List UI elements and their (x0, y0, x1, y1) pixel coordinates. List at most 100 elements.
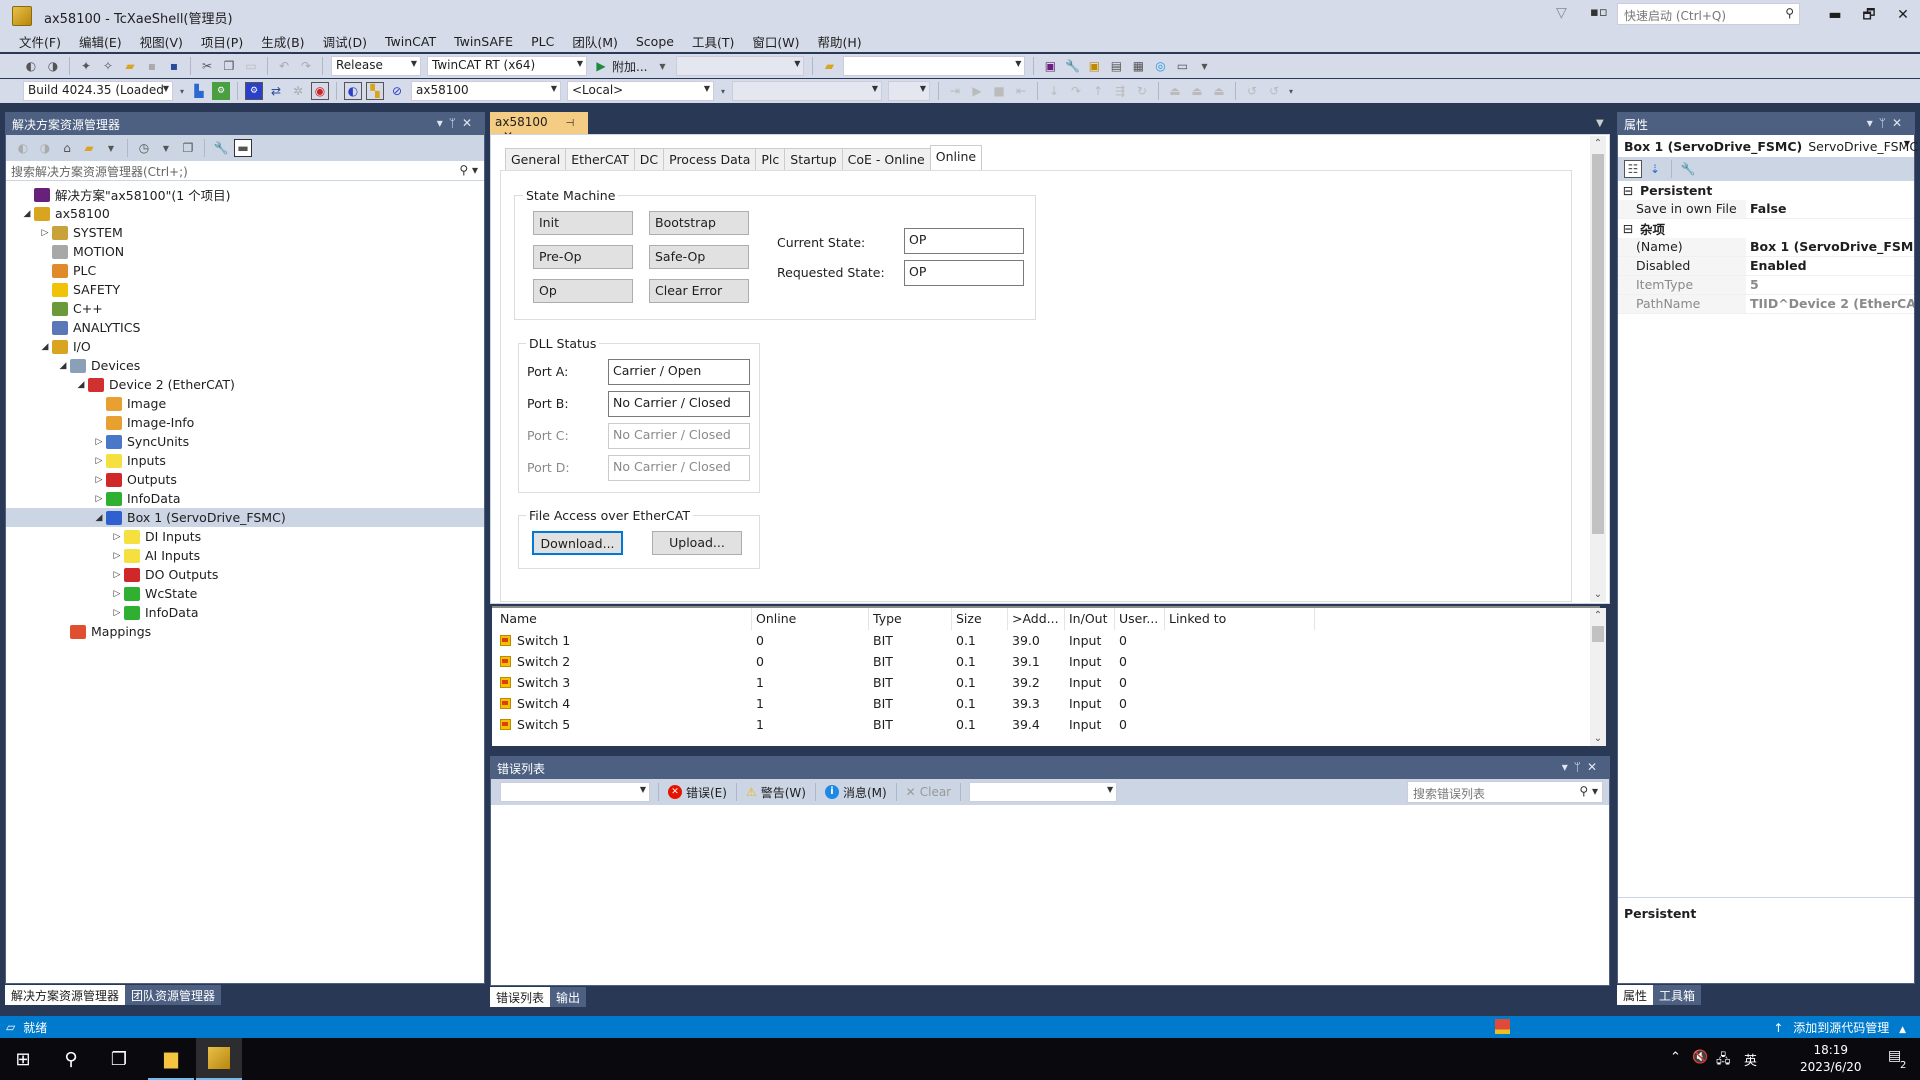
tab-process-data[interactable]: Process Data (663, 148, 757, 170)
property-value[interactable]: TIID^Device 2 (EtherCAT)^Box 1 (ServoDri… (1746, 295, 1914, 313)
debug-target-select[interactable]: ▼ (676, 56, 805, 76)
step-out-icon[interactable]: ↑ (1089, 82, 1107, 100)
chevron-down-icon[interactable]: ▼ (102, 139, 120, 157)
redo-icon[interactable]: ↷ (297, 57, 315, 75)
column-header[interactable]: Type (869, 608, 952, 630)
property-pages-icon[interactable]: 🔧 (1679, 160, 1697, 178)
pending-changes-icon[interactable]: ◷ (135, 139, 153, 157)
tab-dc[interactable]: DC (633, 148, 665, 170)
init-button[interactable]: Init (533, 211, 633, 235)
tree-item[interactable]: ▷ InfoData (6, 603, 484, 622)
column-header[interactable]: Online (752, 608, 869, 630)
expand-arrow-icon[interactable]: ▷ (92, 475, 106, 485)
save-icon[interactable]: ▪ (143, 57, 161, 75)
scroll-thumb[interactable] (1592, 626, 1604, 642)
document-tab-ax58100[interactable]: ax58100 ⊣ ✕ (490, 112, 588, 143)
alphabetical-icon[interactable]: ⇣ (1646, 160, 1664, 178)
ime-indicator[interactable]: 英 (1744, 1050, 1757, 1069)
table-vertical-scrollbar[interactable]: ⌃ ⌄ (1590, 608, 1606, 746)
editor-vertical-scrollbar[interactable]: ⌃ ⌄ (1590, 136, 1606, 602)
task-view-button[interactable]: ❐ (96, 1038, 142, 1080)
menu-4[interactable]: 生成(B) (252, 30, 313, 53)
column-header[interactable]: User... (1115, 608, 1165, 630)
switch-views-icon[interactable]: ▰ (80, 139, 98, 157)
properties-wrench-icon[interactable]: 🔧 (1063, 57, 1081, 75)
tree-item[interactable]: ▷ DI Inputs (6, 527, 484, 546)
team-explorer-icon[interactable]: ▦ (1129, 57, 1147, 75)
filter-icon[interactable]: ▽ (1556, 5, 1567, 21)
menu-3[interactable]: 项目(P) (192, 30, 252, 53)
tree-item[interactable]: ▷ AI Inputs (6, 546, 484, 565)
scroll-thumb[interactable] (1592, 154, 1604, 534)
twincat-taskbar-button[interactable] (196, 1038, 242, 1080)
menu-6[interactable]: TwinCAT (376, 32, 445, 51)
bottom-tab[interactable]: 工具箱 (1653, 985, 1702, 1005)
tree-item[interactable]: SAFETY (6, 280, 484, 299)
expand-arrow-icon[interactable]: ▷ (92, 494, 106, 504)
expand-arrow-icon[interactable]: ▷ (92, 456, 106, 466)
expand-arrow-icon[interactable]: ▷ (110, 570, 124, 580)
safe-op-button[interactable]: Safe-Op (649, 245, 749, 269)
column-header[interactable]: In/Out (1065, 608, 1115, 630)
forward-icon[interactable]: ◑ (44, 57, 62, 75)
close-icon[interactable]: ✕ (1587, 760, 1603, 774)
tree-item[interactable]: PLC (6, 261, 484, 280)
tree-item[interactable]: ANALYTICS (6, 318, 484, 337)
toolbar-overflow-icon[interactable]: ▾ (719, 82, 727, 100)
property-row[interactable]: Disabled Enabled (1618, 257, 1914, 276)
close-icon[interactable]: ✕ (462, 116, 478, 130)
menu-1[interactable]: 编辑(E) (70, 30, 131, 53)
collapse-arrow-icon[interactable]: ◢ (56, 361, 70, 371)
tab-plc[interactable]: Plc (755, 148, 786, 170)
menu-13[interactable]: 帮助(H) (808, 30, 870, 53)
bottom-tab[interactable]: 团队资源管理器 (125, 985, 222, 1005)
minimize-button[interactable]: ▬ (1820, 2, 1850, 28)
property-value[interactable]: 5 (1746, 276, 1914, 294)
restore-button[interactable]: 🗗 (1854, 2, 1884, 28)
column-header[interactable]: Linked to (1165, 608, 1315, 630)
show-hidden-icons[interactable]: ⌃ (1670, 1050, 1681, 1065)
chevron-down-icon[interactable]: ▼ (653, 57, 671, 75)
table-row[interactable]: Switch 4 1 BIT 0.1 39.3 Input 0 (492, 693, 1600, 714)
scroll-up-icon[interactable]: ⌃ (1590, 610, 1606, 621)
expand-arrow-icon[interactable]: ▷ (92, 437, 106, 447)
volume-muted-icon[interactable]: 🔇 (1692, 1050, 1708, 1065)
property-category[interactable]: ⊟ Persistent (1618, 181, 1914, 200)
tree-item[interactable]: Mappings (6, 622, 484, 641)
property-value[interactable]: Enabled (1746, 257, 1914, 275)
tree-item[interactable]: ▷ WcState (6, 584, 484, 603)
collapse-arrow-icon[interactable]: ◢ (38, 342, 52, 352)
file-explorer-taskbar-button[interactable]: ▆ (148, 1038, 194, 1080)
solution-explorer-search-input[interactable]: 搜索解决方案资源管理器(Ctrl+;) ⚲ ▾ (6, 161, 484, 181)
build-version-select[interactable]: Build 4024.35 (Loaded ▼ (23, 81, 173, 101)
tree-item[interactable]: Image-Info (6, 413, 484, 432)
tree-item[interactable]: ◢ Device 2 (EtherCAT) (6, 375, 484, 394)
start-icon[interactable]: ▶ (968, 82, 986, 100)
scroll-down-icon[interactable]: ⌄ (1590, 589, 1606, 600)
auto-link-icon[interactable]: ⊘ (388, 82, 406, 100)
new-breakpoint-icon[interactable]: ↺ (1265, 82, 1283, 100)
save-all-icon[interactable]: ▪ (165, 57, 183, 75)
errors-filter-button[interactable]: ✕ 错误(E) (668, 784, 727, 801)
find-combo[interactable]: ▼ (843, 56, 1026, 76)
error-scope-select[interactable]: ▼ (500, 782, 650, 802)
bottom-tab[interactable]: 属性 (1617, 985, 1654, 1005)
find-in-files-icon[interactable]: ▰ (820, 57, 838, 75)
property-category[interactable]: ⊟ 杂项 (1618, 219, 1914, 238)
chevron-down-icon[interactable]: ▼ (1195, 57, 1213, 75)
expand-arrow-icon[interactable]: ▷ (110, 608, 124, 618)
bottom-tab[interactable]: 解决方案资源管理器 (5, 985, 126, 1005)
toggle-free-run-icon[interactable]: ◉ (311, 82, 329, 100)
release-force-icon[interactable]: ⏏ (1210, 82, 1228, 100)
tree-item[interactable]: ◢ I/O (6, 337, 484, 356)
menu-11[interactable]: 工具(T) (683, 30, 743, 53)
run-to-cursor-icon[interactable]: ⇶ (1111, 82, 1129, 100)
menu-5[interactable]: 调试(D) (314, 30, 376, 53)
stop-icon[interactable]: ■ (990, 82, 1008, 100)
open-icon[interactable]: ▰ (121, 57, 139, 75)
build-filter-select[interactable]: ▼ (969, 782, 1118, 802)
clear-button[interactable]: ✕ Clear (906, 785, 951, 799)
feedback-icon[interactable]: ▪▫ (1590, 5, 1608, 20)
toolbar-overflow-icon[interactable]: ▾ (1287, 82, 1295, 100)
collapse-arrow-icon[interactable]: ◢ (20, 209, 34, 219)
